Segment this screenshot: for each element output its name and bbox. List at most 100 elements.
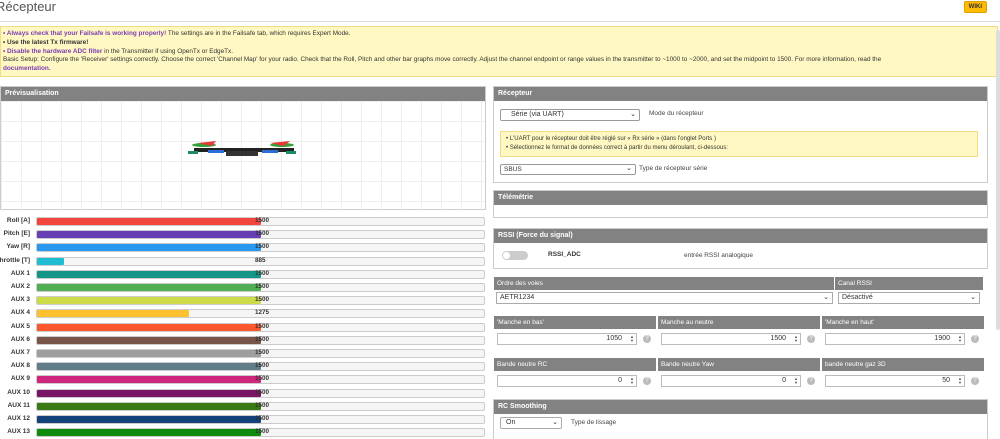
- page-title: Récepteur: [0, 0, 56, 14]
- channel-bar-fill: [37, 218, 261, 225]
- spinner-icon[interactable]: ▲ ▼: [958, 377, 962, 385]
- serial-type-select[interactable]: SBUS ⌄: [500, 164, 636, 175]
- channel-value: 1500: [255, 375, 270, 383]
- channel-label: AUX 3: [10, 296, 30, 304]
- wiki-button[interactable]: WIKI: [963, 1, 987, 13]
- channel-map-select[interactable]: AETR1234 ⌄: [496, 292, 833, 304]
- smoothing-type-select[interactable]: On ⌄: [500, 417, 562, 429]
- channel-label: AUX 5: [10, 322, 30, 330]
- channel-label: Pitch [E]: [3, 230, 30, 238]
- channel-bar-fill: [37, 244, 261, 252]
- channel-value: 1500: [255, 283, 270, 290]
- channel-value: 1500: [255, 322, 270, 330]
- channel-bar-fill: [37, 429, 261, 437]
- documentation-link[interactable]: documentation.: [3, 65, 51, 72]
- help-icon[interactable]: ?: [971, 377, 979, 385]
- rssi-channel-head: Canal RSSI: [835, 277, 983, 290]
- channel-bar-fill: [37, 231, 261, 239]
- help-icon[interactable]: ?: [807, 335, 815, 343]
- channel-bar-fill: [37, 310, 189, 318]
- spinner-icon[interactable]: ▲ ▼: [630, 377, 634, 385]
- help-icon[interactable]: ?: [643, 377, 651, 385]
- channel-bar-fill: [37, 284, 261, 291]
- channel-map-value: AETR1234: [500, 294, 535, 301]
- receiver-title: Récepteur: [494, 87, 987, 101]
- basic-setup-text: Basic Setup: Configure the 'Receiver' se…: [3, 56, 882, 64]
- channel-label: AUX 2: [10, 283, 30, 290]
- rc-smoothing-title: RC Smoothing: [494, 400, 987, 414]
- receiver-mode-label: Mode du récepteur: [649, 110, 704, 117]
- channel-bar-fill: [37, 416, 261, 423]
- channel-value: 1500: [255, 349, 270, 356]
- rssi-channel-value: Désactivé: [842, 294, 873, 301]
- channel-value: 1500: [255, 230, 270, 238]
- adc-text: in the Transmitter if using OpenTx or Ed…: [102, 47, 234, 55]
- spinner-icon[interactable]: ▲ ▼: [794, 335, 798, 343]
- channel-value: 1500: [255, 428, 270, 436]
- channel-bar-fill: [37, 363, 261, 371]
- receiver-hint-box: • L'UART pour le récepteur doit être rég…: [500, 131, 978, 157]
- stick-low-input[interactable]: 1050 ▲ ▼: [497, 333, 637, 345]
- channel-bar-fill: [37, 376, 261, 384]
- channel-value: 1500: [255, 362, 270, 370]
- channel-bar-fill: [37, 270, 261, 278]
- channel-row: AUX 2 1500: [0, 282, 490, 294]
- throttle-deadband-value: 50: [942, 377, 950, 384]
- help-icon[interactable]: ?: [807, 377, 815, 385]
- rssi-adc-label: RSSI_ADC: [548, 251, 581, 258]
- rc-deadband-input[interactable]: 0 ▲ ▼: [497, 375, 637, 387]
- channel-label: AUX 9: [10, 375, 30, 383]
- spinner-icon[interactable]: ▲ ▼: [794, 377, 798, 385]
- help-icon[interactable]: ?: [643, 335, 651, 343]
- channel-row: AUX 7 1500: [0, 348, 490, 360]
- chevron-down-icon: ⌄: [630, 111, 636, 118]
- channel-row: Yaw [R] 1500: [0, 242, 490, 254]
- help-icon[interactable]: ?: [971, 335, 979, 343]
- channel-row: Throttle [T] 885: [0, 256, 490, 268]
- spinner-icon[interactable]: ▲ ▼: [630, 335, 634, 343]
- spinner-icon[interactable]: ▲ ▼: [958, 335, 962, 343]
- receiver-mode-select[interactable]: Série (via UART) ⌄: [500, 109, 640, 121]
- stick-high-input[interactable]: 1900 ▲ ▼: [825, 333, 965, 345]
- channel-label: AUX 7: [10, 349, 30, 356]
- rssi-title: RSSI (Force du signal): [494, 229, 987, 243]
- quad-model-icon: [188, 141, 296, 156]
- info-note: • Always check that your Failsafe is wor…: [0, 26, 998, 77]
- channel-row: Roll [A] 1500: [0, 216, 490, 228]
- channel-label: Throttle [T]: [0, 256, 30, 264]
- scrollbar[interactable]: [996, 30, 1000, 330]
- channel-bar-fill: [37, 336, 261, 344]
- channel-value: 1500: [255, 401, 270, 409]
- chevron-down-icon: ⌄: [823, 294, 829, 301]
- smoothing-type-label: Type de lissage: [571, 419, 617, 426]
- channel-label: AUX 6: [10, 335, 30, 343]
- channel-label: AUX 4: [10, 309, 30, 317]
- channel-row: AUX 3 1500: [0, 295, 490, 307]
- yaw-deadband-head: Bande neutre Yaw: [658, 358, 820, 371]
- channel-label: AUX 11: [7, 401, 30, 409]
- rssi-adc-toggle[interactable]: [502, 251, 528, 260]
- rssi-panel: RSSI (Force du signal) RSSI_ADC entrée R…: [493, 228, 988, 269]
- chevron-down-icon: ⌄: [970, 294, 976, 301]
- channel-row: AUX 9 1500: [0, 374, 490, 386]
- channel-label: Yaw [R]: [6, 243, 30, 251]
- rc-deadband-head: Bande neutre RC: [494, 358, 656, 371]
- channel-label: AUX 12: [7, 415, 30, 422]
- stick-center-input[interactable]: 1500 ▲ ▼: [661, 333, 801, 345]
- channel-bar-fill: [37, 297, 261, 305]
- channel-bar-fill: [37, 402, 261, 410]
- yaw-deadband-input[interactable]: 0 ▲ ▼: [661, 375, 801, 387]
- adc-warning: • Disable the hardware ADC filter: [3, 47, 103, 55]
- throttle-deadband-input[interactable]: 50 ▲ ▼: [825, 375, 965, 387]
- chevron-down-icon: ⌄: [626, 165, 632, 172]
- channel-value: 1500: [255, 415, 270, 422]
- channel-value: 1500: [255, 243, 270, 251]
- rssi-channel-select[interactable]: Désactivé ⌄: [838, 292, 980, 304]
- receiver-hint-1: • L'UART pour le récepteur doit être rég…: [506, 136, 716, 142]
- channel-label: AUX 13: [7, 428, 30, 436]
- receiver-panel: Récepteur Série (via UART) ⌄ Mode du réc…: [493, 86, 988, 183]
- smoothing-type-value: On: [506, 419, 516, 426]
- telemetry-panel: Télémétrie: [493, 190, 988, 218]
- stick-low-value: 1050: [606, 335, 622, 342]
- channel-bar-fill: [37, 323, 261, 331]
